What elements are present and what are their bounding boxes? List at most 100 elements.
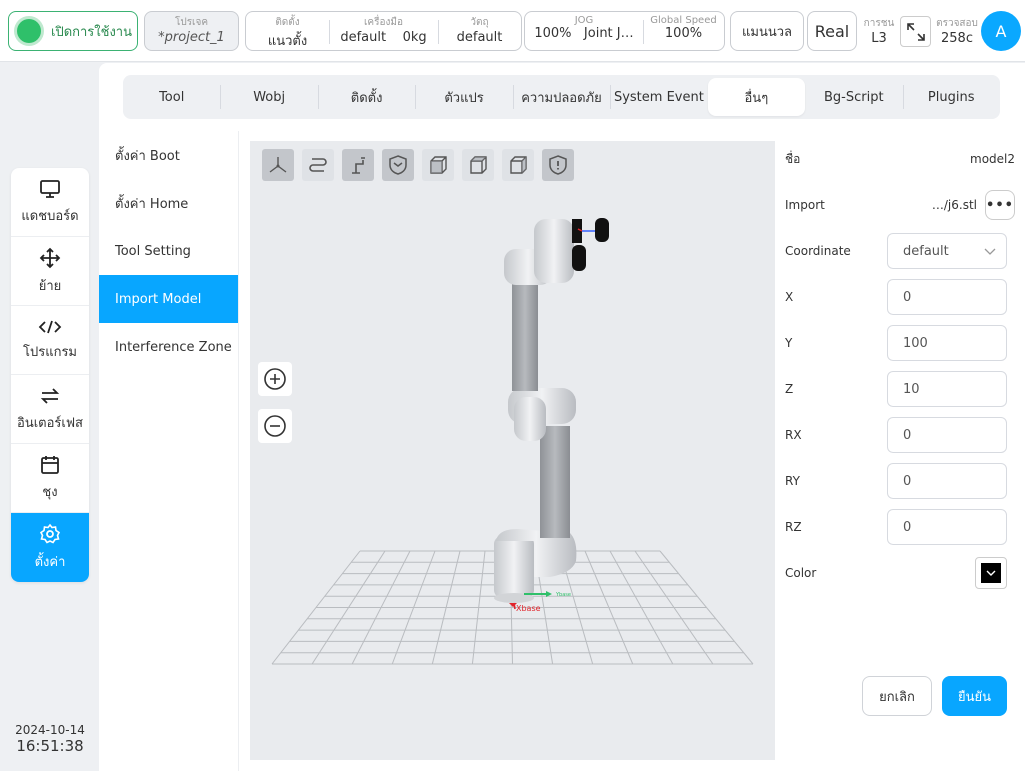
rx-label: RX [785, 428, 802, 442]
base-x-axis-label: Xbase [516, 604, 541, 613]
nav-item-dashboard[interactable]: แดชบอร์ด [11, 168, 89, 237]
nav-label-interface: อินเตอร์เฟส [17, 415, 83, 431]
nav-label-move: ย้าย [38, 278, 62, 294]
jog-value: 100% Joint J… [534, 26, 634, 41]
workobject-caption: วัตถุ [470, 17, 489, 28]
rz-label: RZ [785, 520, 802, 534]
import-file-value: …/j6.stl [931, 198, 977, 212]
chevron-down-icon [986, 570, 996, 576]
y-label: Y [785, 336, 793, 350]
power-toggle-button[interactable]: เปิดการใช้งาน [8, 11, 138, 51]
tool-value: default 0kg [340, 30, 427, 45]
project-caption: โปรเจค [174, 17, 209, 28]
name-value: model2 [970, 152, 1015, 166]
tab-system-event[interactable]: System Event [610, 75, 707, 119]
nav-label-settings: ตั้งค่า [34, 555, 66, 570]
nav-item-settings[interactable]: ตั้งค่า [11, 513, 89, 582]
3d-viewer[interactable]: Xbase Ybase [250, 141, 775, 760]
model-properties: ชื่อ model2 Import …/j6.stl ••• Coordina… [785, 141, 1025, 761]
settings-tabs: Tool Wobj ติดตั้ง ตัวแปร ความปลอดภัย Sys… [123, 75, 1000, 119]
project-selector[interactable]: โปรเจค *project_1 [144, 11, 239, 51]
tab-variables[interactable]: ตัวแปร [415, 75, 512, 119]
workobject-status[interactable]: วัตถุ default [438, 12, 521, 50]
code-icon [38, 320, 62, 333]
check-value: 258c [941, 31, 973, 46]
rx-input[interactable]: 0 [887, 417, 1007, 453]
install-caption: ติดตั้ง [275, 17, 300, 28]
nav-item-move[interactable]: ย้าย [11, 237, 89, 306]
tool-status[interactable]: เครื่องมือ default 0kg [329, 12, 438, 50]
ry-row: RY 0 [785, 463, 1015, 499]
browse-file-button[interactable]: ••• [985, 190, 1015, 220]
current-date: 2024-10-14 [15, 723, 85, 737]
tab-plugins[interactable]: Plugins [902, 75, 1000, 119]
base-y-axis-label: Ybase [555, 592, 571, 598]
coordinate-label: Coordinate [785, 244, 851, 258]
submenu-home[interactable]: ตั้งค่า Home [99, 179, 238, 227]
install-status-group[interactable]: ติดตั้ง แนวตั้ง เครื่องมือ default 0kg ว… [245, 11, 522, 51]
import-row: Import …/j6.stl ••• [785, 187, 1015, 223]
jog-status-group[interactable]: JOG 100% Joint J… Global Speed 100% [524, 11, 725, 51]
interface-icon [40, 387, 60, 404]
color-picker[interactable] [975, 557, 1007, 589]
tab-tool[interactable]: Tool [123, 75, 220, 119]
name-label: ชื่อ [785, 151, 801, 166]
submenu-tool-setting[interactable]: Tool Setting [99, 227, 238, 275]
nav-label-schedule: ชุง [42, 484, 58, 500]
y-input[interactable]: 100 [887, 325, 1007, 361]
manual-mode-button[interactable]: แมนนวล [730, 11, 804, 51]
tab-safety[interactable]: ความปลอดภัย [512, 75, 610, 119]
tab-installation[interactable]: ติดตั้ง [317, 75, 415, 119]
x-input[interactable]: 0 [887, 279, 1007, 315]
install-orientation[interactable]: ติดตั้ง แนวตั้ง [246, 12, 329, 50]
robot-scene: Xbase Ybase [271, 218, 754, 665]
ry-label: RY [785, 474, 800, 488]
z-row: Z 10 [785, 371, 1015, 407]
nav-item-program[interactable]: โปรแกรม [11, 306, 89, 375]
collision-value: L3 [871, 31, 887, 46]
submenu-boot[interactable]: ตั้งค่า Boot [99, 131, 238, 179]
tab-wobj[interactable]: Wobj [220, 75, 317, 119]
cancel-button[interactable]: ยกเลิก [862, 676, 932, 716]
settings-submenu: ตั้งค่า Boot ตั้งค่า Home Tool Setting I… [99, 131, 239, 771]
monitor-icon [40, 179, 60, 198]
rz-row: RZ 0 [785, 509, 1015, 545]
top-bar: เปิดการใช้งาน โปรเจค *project_1 ติดตั้ง … [0, 0, 1025, 62]
power-status-icon [17, 19, 41, 43]
z-label: Z [785, 382, 794, 396]
tab-others[interactable]: อื่นๆ [707, 78, 806, 116]
x-label: X [785, 290, 794, 304]
nav-item-schedule[interactable]: ชุง [11, 444, 89, 513]
color-swatch-fill [981, 563, 1001, 583]
coordinate-select[interactable]: default [887, 233, 1007, 269]
jog-status[interactable]: JOG 100% Joint J… [525, 12, 643, 50]
z-input[interactable]: 10 [887, 371, 1007, 407]
nav-item-interface[interactable]: อินเตอร์เฟส [11, 375, 89, 444]
project-name: *project_1 [158, 30, 225, 45]
user-avatar[interactable]: A [981, 11, 1021, 51]
ry-input[interactable]: 0 [887, 463, 1007, 499]
coordinate-row: Coordinate default [785, 233, 1015, 269]
jog-caption: JOG [574, 15, 594, 26]
submenu-import-model[interactable]: Import Model [99, 275, 238, 323]
check-status[interactable]: ตรวจสอบ 258c [932, 16, 982, 46]
confirm-button[interactable]: ยืนยัน [942, 676, 1007, 716]
workobject-value: default [456, 30, 503, 45]
move-icon [39, 247, 61, 268]
name-row: ชื่อ model2 [785, 141, 1015, 177]
gear-icon [39, 523, 61, 544]
real-mode-button[interactable]: Real [807, 11, 857, 51]
color-row: Color [785, 555, 1015, 591]
global-speed-status[interactable]: Global Speed 100% [643, 12, 724, 50]
rz-input[interactable]: 0 [887, 509, 1007, 545]
clock: 2024-10-14 16:51:38 [8, 723, 92, 755]
install-value: แนวตั้ง [267, 34, 308, 49]
nav-label-dashboard: แดชบอร์ด [21, 208, 79, 224]
collision-level[interactable]: การชน L3 [862, 16, 896, 46]
tab-bg-script[interactable]: Bg-Script [805, 75, 902, 119]
power-label: เปิดการใช้งาน [51, 24, 132, 40]
check-caption: ตรวจสอบ [936, 18, 978, 29]
robot-arm: Xbase Ybase [494, 218, 609, 613]
fullscreen-button[interactable] [900, 16, 931, 47]
submenu-interference-zone[interactable]: Interference Zone [99, 323, 238, 371]
